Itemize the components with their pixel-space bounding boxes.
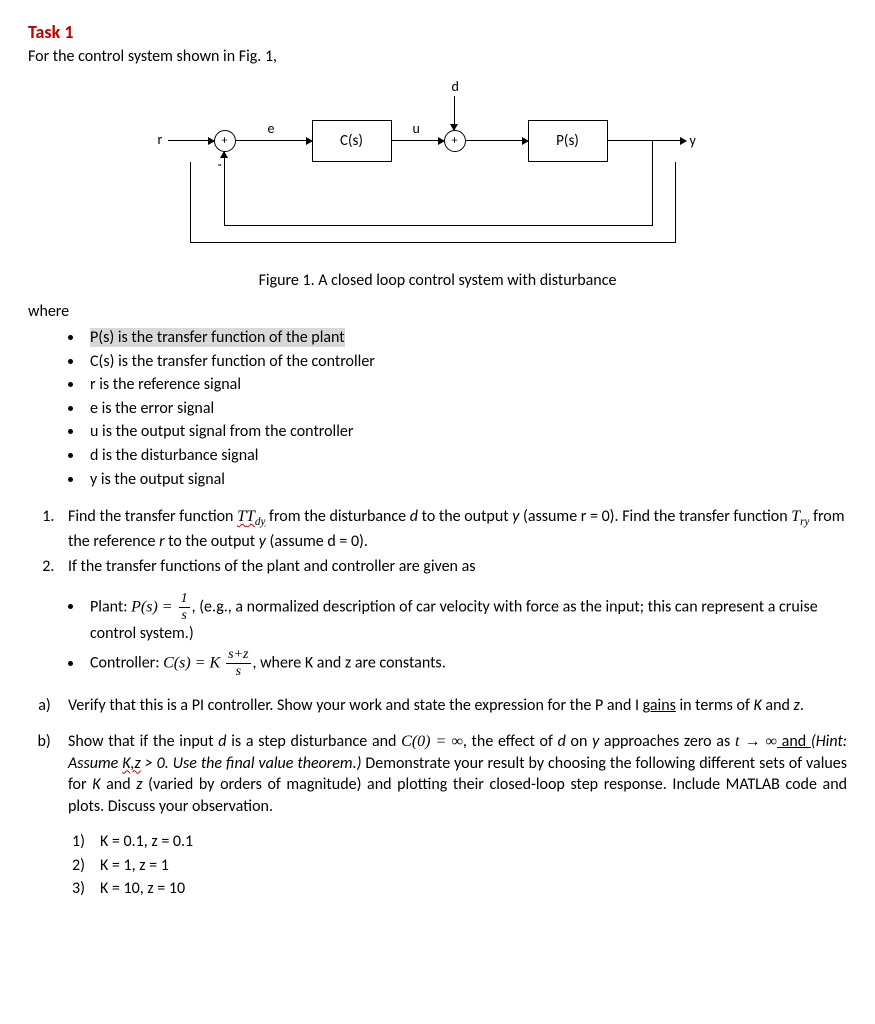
where-label: where <box>28 301 847 323</box>
plant-def: Plant: P(s) = 1s, (e.g., a normalized de… <box>84 592 847 645</box>
task-title: Task 1 <box>28 20 847 44</box>
block-diagram: r + - e C(s) u + d P(s) y <box>158 82 718 262</box>
kz-cases: K = 0.1, z = 0.1 K = 1, z = 1 K = 10, z … <box>28 831 847 900</box>
definitions-list: P(s) is the transfer function of the pla… <box>28 327 847 490</box>
lettered-parts: Verify that this is a PI controller. Sho… <box>28 695 847 817</box>
def-u: u is the output signal from the controll… <box>84 421 847 443</box>
controller-def: Controller: C(s) = K s+zs, where K and z… <box>84 648 847 679</box>
def-plant: P(s) is the transfer function of the pla… <box>90 328 345 347</box>
case-1: K = 0.1, z = 0.1 <box>72 831 847 853</box>
controller-block: C(s) <box>312 120 392 162</box>
def-d: d is the disturbance signal <box>84 445 847 467</box>
def-y: y is the output signal <box>84 469 847 491</box>
plant-block: P(s) <box>528 120 608 162</box>
figure-caption: Figure 1. A closed loop control system w… <box>28 270 847 292</box>
task-item-1: Find the transfer function TTdyTdy from … <box>58 506 847 552</box>
part-a: Verify that this is a PI controller. Sho… <box>58 695 847 717</box>
def-e: e is the error signal <box>84 398 847 420</box>
label-y: y <box>690 132 696 151</box>
case-3: K = 10, z = 10 <box>72 878 847 900</box>
summing-junction-1: + <box>214 130 236 152</box>
part-b: Show that if the input d is a step distu… <box>58 731 847 817</box>
label-d: d <box>452 78 459 97</box>
case-2: K = 1, z = 1 <box>72 855 847 877</box>
def-controller: C(s) is the transfer function of the con… <box>84 351 847 373</box>
label-r: r <box>158 131 163 150</box>
summing-junction-2: + <box>444 130 466 152</box>
task-item-2: If the transfer functions of the plant a… <box>58 556 847 578</box>
def-r: r is the reference signal <box>84 374 847 396</box>
intro-text: For the control system shown in Fig. 1, <box>28 46 847 68</box>
numbered-tasks: Find the transfer function TTdyTdy from … <box>28 506 847 577</box>
given-list: Plant: P(s) = 1s, (e.g., a normalized de… <box>28 592 847 680</box>
label-u: u <box>413 120 420 139</box>
label-e: e <box>268 120 275 139</box>
